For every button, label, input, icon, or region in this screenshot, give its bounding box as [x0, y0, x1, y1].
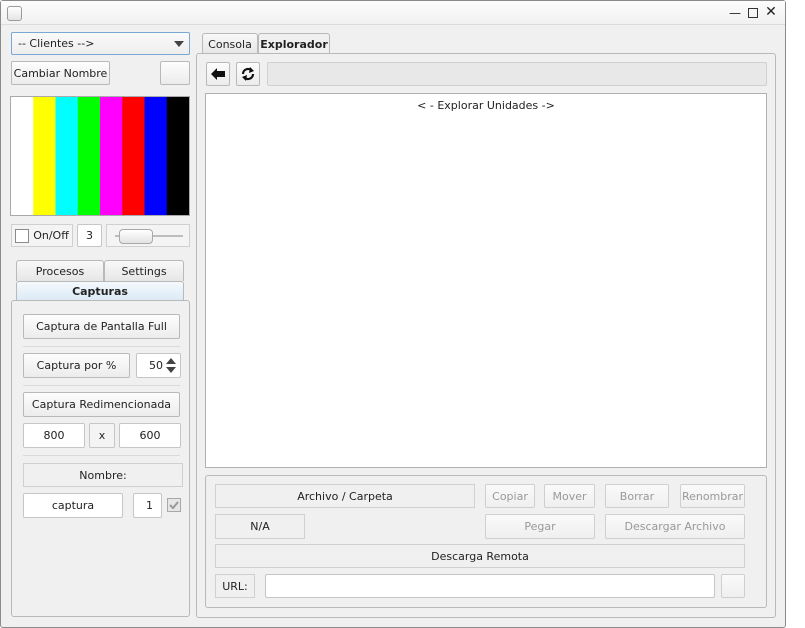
width-field[interactable]: 800	[23, 423, 85, 448]
capture-resized-button[interactable]: Captura Redimencionada	[23, 392, 180, 417]
auto-checkbox[interactable]	[167, 498, 181, 512]
rename-file-button[interactable]: Renombrar	[680, 484, 745, 508]
slider-handle[interactable]	[118, 229, 153, 244]
client-select-value: -- Clientes -->	[18, 37, 95, 50]
tab-capturas[interactable]: Capturas	[16, 281, 184, 301]
paste-button[interactable]: Pegar	[485, 514, 595, 539]
name-field[interactable]: captura	[23, 493, 123, 518]
color-bar	[144, 97, 168, 215]
chevron-down-icon	[174, 41, 184, 47]
onoff-checkbox[interactable]	[15, 228, 30, 243]
color-bar	[100, 97, 123, 215]
capturas-panel	[11, 300, 190, 617]
color-bar	[11, 97, 34, 215]
counter-field[interactable]: 1	[133, 493, 162, 518]
refresh-button[interactable]	[236, 62, 260, 86]
url-field[interactable]	[265, 574, 715, 598]
title-bar	[1, 1, 785, 25]
check-icon	[169, 501, 179, 510]
na-label: N/A	[215, 514, 305, 539]
tab-procesos[interactable]: Procesos	[16, 260, 104, 281]
back-button[interactable]	[206, 62, 230, 86]
tab-consola[interactable]: Consola	[202, 33, 258, 54]
capture-percent-button[interactable]: Captura por %	[23, 353, 130, 378]
copy-button[interactable]: Copiar	[485, 484, 535, 508]
quality-slider[interactable]	[106, 224, 190, 247]
x-separator: x	[89, 423, 115, 448]
tab-settings[interactable]: Settings	[104, 260, 184, 281]
color-bar	[166, 97, 189, 215]
blank-button[interactable]	[160, 61, 190, 85]
color-bar	[122, 97, 145, 215]
remote-download-label: Descarga Remota	[215, 544, 745, 568]
url-go-button[interactable]	[721, 574, 745, 598]
preview-image	[10, 96, 190, 216]
spin-down-icon[interactable]	[166, 367, 176, 373]
explorer-list[interactable]: < - Explorar Unidades ->	[205, 93, 767, 468]
tab-explorador[interactable]: Explorador	[258, 33, 330, 54]
onoff-label: On/Off	[33, 229, 69, 242]
download-file-button[interactable]: Descargar Archivo	[605, 514, 745, 539]
onoff-toggle[interactable]: On/Off	[11, 224, 73, 247]
client-select[interactable]: -- Clientes -->	[11, 32, 190, 55]
delete-button[interactable]: Borrar	[605, 484, 669, 508]
app-icon	[7, 6, 22, 21]
close-icon[interactable]: ✕	[764, 3, 778, 21]
percent-value: 50	[149, 359, 163, 372]
rename-button[interactable]: Cambiar Nombre	[11, 61, 110, 85]
file-label: Archivo / Carpeta	[215, 484, 475, 508]
spin-up-icon[interactable]	[166, 358, 176, 364]
url-label: URL:	[215, 574, 255, 598]
color-bar	[55, 97, 79, 215]
divider	[23, 346, 180, 347]
arrow-left-icon	[211, 68, 225, 80]
height-field[interactable]: 600	[119, 423, 181, 448]
name-label: Nombre:	[23, 463, 183, 487]
capture-full-button[interactable]: Captura de Pantalla Full	[23, 314, 180, 339]
divider	[23, 455, 180, 456]
maximize-icon[interactable]	[748, 8, 758, 18]
path-field[interactable]	[267, 62, 767, 86]
color-bars	[11, 97, 189, 215]
move-button[interactable]: Mover	[544, 484, 595, 508]
percent-spinbox[interactable]: 50	[136, 353, 181, 378]
color-bar	[77, 97, 101, 215]
fps-field[interactable]: 3	[77, 224, 102, 247]
color-bar	[33, 97, 56, 215]
divider	[23, 385, 180, 386]
refresh-icon	[241, 67, 255, 81]
explorer-header: < - Explorar Unidades ->	[417, 99, 555, 112]
minimize-icon[interactable]: —	[728, 4, 742, 22]
